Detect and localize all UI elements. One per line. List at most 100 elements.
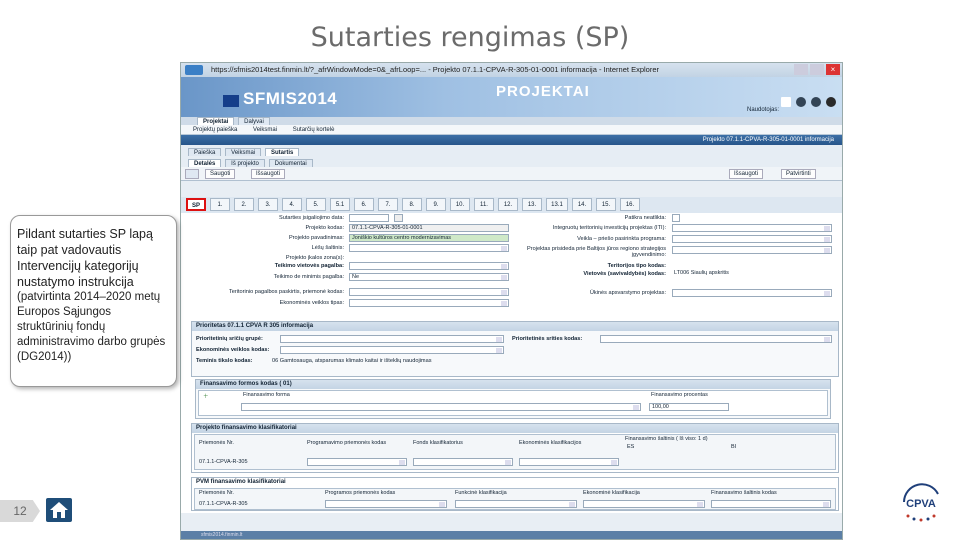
label-projekto-pavadinimas: Projekto pavadinimas: [288,235,344,241]
close-icon[interactable]: × [826,64,840,75]
priority-group-select[interactable] [280,335,504,343]
business-project-select[interactable] [672,289,832,297]
save-button[interactable]: Saugoti [205,169,236,179]
pvm-row-code: 07.1.1-CPVA-R-305 [199,501,248,507]
section-tab-15[interactable]: 15. [596,198,616,211]
section-tab-9[interactable]: 9. [426,198,446,211]
pvm-source-select[interactable] [711,500,831,508]
minimize-icon[interactable] [794,64,808,75]
label-teritorijos-tipas: Teritorijos tipo kodas: [607,263,666,269]
pvm-program-select[interactable] [325,500,447,508]
section-tab-1[interactable]: 1. [210,198,230,211]
priority-area-select[interactable] [600,335,832,343]
program-select[interactable] [672,235,832,243]
economic-classifier-select[interactable] [519,458,619,466]
finance-panel-title: Finansavimo formos kodas ( 01) [196,380,830,389]
tab-dalyvai[interactable]: Dalyvai [238,117,270,125]
cpva-logo: CPVA [903,483,939,522]
help-icon[interactable] [796,97,806,107]
section-tab-13-1[interactable]: 13.1 [546,198,568,211]
menu-sutarciu-kortele[interactable]: Sutarčių kortelė [293,127,335,133]
pvm-col-saltinis: Finansavimo šaltinis kodas [711,490,777,496]
tab-projektai[interactable]: Projektai [197,117,235,125]
home-icon[interactable] [46,498,72,522]
maximize-icon[interactable] [810,64,824,75]
subtab-paieska[interactable]: Paieška [188,148,222,156]
section-tab-13[interactable]: 13. [522,198,542,211]
section-tab-10[interactable]: 10. [450,198,470,211]
label-ikalos-zona: Projekto įkalos zona(s): [285,255,344,261]
section-tab-sp[interactable]: SP [186,198,206,211]
calendar-icon[interactable] [394,214,403,222]
settings-icon[interactable] [826,97,836,107]
priority-panel-title: Prioritetas 07.1.1 CPVA R 305 informacij… [192,322,838,331]
baltic-strategy-select[interactable] [672,246,832,254]
subtab-veiksmai[interactable]: Veiksmai [225,148,262,156]
economic-activity-select[interactable] [280,346,504,354]
label-teikimo-vietoves: Teikimo vietovės pagalba: [274,263,344,269]
fund-classifier-select[interactable] [413,458,513,466]
approve-button[interactable]: Patvirtinti [781,169,816,179]
pvm-col-ekonomine: Ekonominė klasifikacija [583,490,640,496]
pvm-panel-title: PVM finansavimo klasifikatoriai [196,479,286,485]
top-tabs: Projektai Dalyvai [181,117,842,125]
project-code-field: 07.1.1-CPVA-R-305-01-0001 [349,224,509,232]
gear-icon[interactable] [811,97,821,107]
pvm-functional-select[interactable] [455,500,577,508]
section-tab-6[interactable]: 6. [354,198,374,211]
section-tab-14[interactable]: 14. [572,198,592,211]
label-baltijos-strategija: Projektas prisideda prie Baltijos jūros … [527,246,666,258]
sub-col-bi: BI [731,444,737,450]
save-draft-button[interactable]: Išsaugoti [251,169,286,179]
label-prioritetiniu-sriciu: Prioritetinių sričių grupė: [196,336,263,342]
classifier-panel: Projekto finansavimo klasifikatoriai Pri… [191,423,839,473]
add-row-icon[interactable]: ＋ [203,392,209,400]
breadcrumb: Projekto 07.1.1-CPVA-R-305-01-0001 infor… [181,135,842,145]
check-not-done-checkbox[interactable] [672,214,680,222]
finance-form-select[interactable] [241,403,641,411]
label-teminis-tikslas: Teminis tikslo kodas: [196,358,253,364]
section-tab-8[interactable]: 8. [402,198,422,211]
label-lesu-saltinis: Lėšų šaltinis: [311,245,344,251]
section-tab-5[interactable]: 5. [306,198,326,211]
save-right-button[interactable]: Išsaugoti [729,169,764,179]
sub-tabs: Paieška Veiksmai Sutartis Detalės Iš pro… [181,145,842,167]
section-tab-16[interactable]: 16. [620,198,640,211]
program-code-select[interactable] [307,458,407,466]
label-patikra: Patikra neatlikta: [624,215,666,221]
section-tab-4[interactable]: 4. [282,198,302,211]
section-tab-7[interactable]: 7. [378,198,398,211]
iti-select[interactable] [672,224,832,232]
section-tab-3[interactable]: 3. [258,198,278,211]
col-finansavimo-saltinis: Finansavimo šaltinis ( Iš viso: 1 d) [625,436,708,442]
project-name-field[interactable]: Joniškio kultūros centro modernizavimas [349,234,509,242]
pvm-economic-select[interactable] [583,500,705,508]
section-tab-12[interactable]: 12. [498,198,518,211]
territorial-aid-select[interactable] [349,288,509,296]
finance-percent-input[interactable]: 100,00 [649,403,729,411]
sub-col-es: ES [627,444,635,450]
contract-date-input[interactable] [349,214,389,222]
menu-veiksmai[interactable]: Veiksmai [253,127,277,133]
back-icon[interactable] [185,169,199,179]
subtab-sutartis[interactable]: Sutartis [265,148,300,156]
pvm-col-priemones-nr: Priemonės Nr. [199,490,234,496]
subtab-dokumentai[interactable]: Dokumentai [268,159,313,167]
funding-source-select[interactable] [349,244,509,252]
col-finansavimo-procentas: Finansavimo procentas [651,392,708,398]
de-minimis-select[interactable]: Ne [349,273,509,281]
pvm-table: Priemonės Nr. Programos priemonės kodas … [194,488,836,510]
subtab-detales[interactable]: Detalės [188,159,222,167]
location-aid-select[interactable] [349,262,509,270]
section-tab-2[interactable]: 2. [234,198,254,211]
user-field[interactable] [781,97,791,107]
label-iti: Integruotų teritorinių investicijų proje… [552,225,666,231]
priority-panel: Prioritetas 07.1.1 CPVA R 305 informacij… [191,321,839,377]
menu-projektu-paieska[interactable]: Projektų paieška [193,127,237,133]
browser-titlebar: https://sfmis2014test.finmin.lt/?_afrWin… [181,63,842,77]
economic-type-select[interactable] [349,299,509,307]
section-tab-5-1[interactable]: 5.1 [330,198,350,211]
brand-logo: SFMIS2014 [243,89,338,108]
section-tab-11[interactable]: 11. [474,198,494,211]
subtab-is-projekto[interactable]: Iš projekto [225,159,265,167]
